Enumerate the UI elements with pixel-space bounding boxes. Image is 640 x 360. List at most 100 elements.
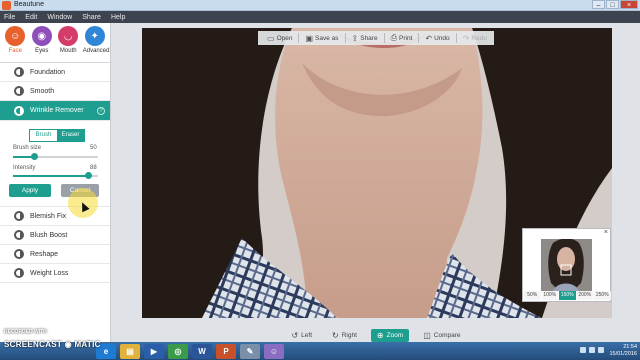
brush-size-knob[interactable] xyxy=(31,153,39,160)
tool-weight-loss[interactable]: Weight Loss xyxy=(0,264,110,283)
help-icon[interactable]: ? xyxy=(97,106,105,115)
save-as-button[interactable]: ▣ Save as xyxy=(300,31,343,45)
window-controls: – □ × xyxy=(592,0,638,10)
intensity-knob[interactable] xyxy=(84,172,92,179)
face-profile-icon xyxy=(14,230,24,240)
category-tab-eyes[interactable]: ◉ Eyes xyxy=(30,26,54,62)
zoom-level-button[interactable]: 150% xyxy=(559,291,576,300)
print-button[interactable]: ⎙ Print xyxy=(386,31,418,45)
media-player-icon[interactable]: ▶ xyxy=(144,343,164,359)
brush-size-value: 50 xyxy=(90,145,97,151)
tool-blush-boost[interactable]: Blush Boost xyxy=(0,226,110,245)
window-title: Beautune xyxy=(14,1,44,8)
maximize-button[interactable]: □ xyxy=(606,0,619,9)
intensity-slider[interactable] xyxy=(13,172,98,179)
zoom-level-row: 50% 100% 150% 200% 250% xyxy=(524,291,611,300)
left-tool-panel: ☺ Face ◉ Eyes ◡ Mouth ✦ Advanced Foundation Smo… xyxy=(0,23,111,346)
compare-button[interactable]: ◫ Compare xyxy=(417,329,466,342)
beautune-icon[interactable]: ☺ xyxy=(264,343,284,359)
zoom-level-button[interactable]: 100% xyxy=(541,291,558,300)
brush-size-slider[interactable] xyxy=(13,153,98,160)
compare-icon: ◫ xyxy=(423,330,431,340)
face-profile-icon xyxy=(14,67,24,77)
close-preview-icon[interactable]: × xyxy=(604,229,608,236)
brush-mode-button[interactable]: Brush xyxy=(30,130,57,141)
menu-share[interactable]: Share xyxy=(82,14,101,21)
share-label: Share xyxy=(360,34,378,42)
redo-icon: ↷ xyxy=(462,33,470,43)
zoom-button[interactable]: ⊕ Zoom xyxy=(370,328,410,342)
explorer-icon[interactable]: ▤ xyxy=(120,343,140,359)
mouth-icon: ◡ xyxy=(58,26,79,46)
category-label: Eyes xyxy=(35,48,49,54)
rotate-left-label: Left xyxy=(301,331,313,339)
minimize-button[interactable]: – xyxy=(592,0,605,9)
tool-foundation-label: Foundation xyxy=(30,68,66,76)
category-tab-advanced[interactable]: ✦ Advanced xyxy=(82,26,110,62)
tool-reshape[interactable]: Reshape xyxy=(0,245,110,264)
volume-icon[interactable] xyxy=(589,347,595,353)
close-window-button[interactable]: × xyxy=(620,0,638,9)
preview-thumbnail[interactable] xyxy=(541,239,592,291)
top-toolbar: ▭ Open ▣ Save as ⇪ Share ⎙ Print ↶ Undo ↷ Redo xyxy=(258,31,494,45)
intensity-fill xyxy=(13,175,88,177)
network-icon[interactable] xyxy=(580,347,586,353)
menu-file[interactable]: File xyxy=(4,14,15,21)
zoom-icon: ⊕ xyxy=(376,330,384,340)
print-icon: ⎙ xyxy=(390,33,397,42)
category-label: Face xyxy=(8,48,22,54)
toolbar-divider xyxy=(344,33,346,43)
category-label: Mouth xyxy=(59,48,77,54)
zoom-level-button[interactable]: 250% xyxy=(594,291,611,300)
share-button[interactable]: ⇪ Share xyxy=(347,31,383,45)
clock[interactable]: 21:54 15/01/2016 xyxy=(609,344,637,358)
save-icon: ▣ xyxy=(305,33,314,43)
zoom-label: Zoom xyxy=(386,331,404,339)
brush-size-label: Brush size xyxy=(13,145,42,151)
redo-button[interactable]: ↷ Redo xyxy=(458,31,492,45)
zoom-level-button[interactable]: 50% xyxy=(524,291,541,300)
intensity-value: 88 xyxy=(90,165,97,171)
tool-foundation[interactable]: Foundation xyxy=(0,63,110,82)
chrome-icon[interactable]: ◎ xyxy=(168,343,188,359)
menu-edit[interactable]: Edit xyxy=(25,14,37,21)
menu-window[interactable]: Window xyxy=(47,14,72,21)
face-profile-icon xyxy=(14,105,24,116)
flag-icon[interactable] xyxy=(598,347,604,353)
face-profile-icon xyxy=(14,249,24,259)
save-as-label: Save as xyxy=(315,34,339,42)
screencast-watermark: RECORDED WITH SCREENCAST ◉ MATIC xyxy=(4,330,101,351)
category-label: Advanced xyxy=(82,48,110,54)
clock-time: 21:54 xyxy=(623,344,637,350)
title-bar: Beautune – □ × xyxy=(0,0,640,11)
word-icon[interactable]: W xyxy=(192,343,212,359)
toolbar-divider xyxy=(383,33,385,43)
tool-smooth-label: Smooth xyxy=(30,87,55,95)
brush-eraser-toggle: Brush Eraser xyxy=(29,129,85,142)
menu-help[interactable]: Help xyxy=(111,14,125,21)
tool-wrinkle-remover-label: Wrinkle Remover xyxy=(30,107,84,114)
compare-label: Compare xyxy=(433,331,461,339)
app-logo-icon xyxy=(2,1,11,10)
redo-label: Redo xyxy=(471,34,487,42)
open-button[interactable]: ▭ Open xyxy=(262,31,297,45)
eraser-mode-button[interactable]: Eraser xyxy=(57,130,84,141)
folder-icon: ▭ xyxy=(267,33,275,43)
open-label: Open xyxy=(276,34,293,42)
powerpoint-icon[interactable]: P xyxy=(216,343,236,359)
toolbar-divider xyxy=(455,33,457,43)
undo-icon: ↶ xyxy=(425,33,433,43)
share-icon: ⇪ xyxy=(351,33,359,43)
undo-button[interactable]: ↶ Undo xyxy=(420,31,454,45)
tool-reshape-label: Reshape xyxy=(30,250,59,258)
tool-smooth[interactable]: Smooth xyxy=(0,82,110,101)
rotate-right-button[interactable]: ↻ Right xyxy=(326,329,363,342)
zoom-level-button[interactable]: 200% xyxy=(576,291,593,300)
category-tab-mouth[interactable]: ◡ Mouth xyxy=(56,26,80,62)
rotate-left-button[interactable]: ↺ Left xyxy=(285,329,318,342)
tool-wrinkle-remover[interactable]: Wrinkle Remover ? xyxy=(0,101,110,121)
advanced-icon: ✦ xyxy=(84,26,105,46)
apply-button[interactable]: Apply xyxy=(9,184,51,197)
category-tab-face[interactable]: ☺ Face xyxy=(3,26,27,62)
paint-icon[interactable]: ✎ xyxy=(240,343,260,359)
